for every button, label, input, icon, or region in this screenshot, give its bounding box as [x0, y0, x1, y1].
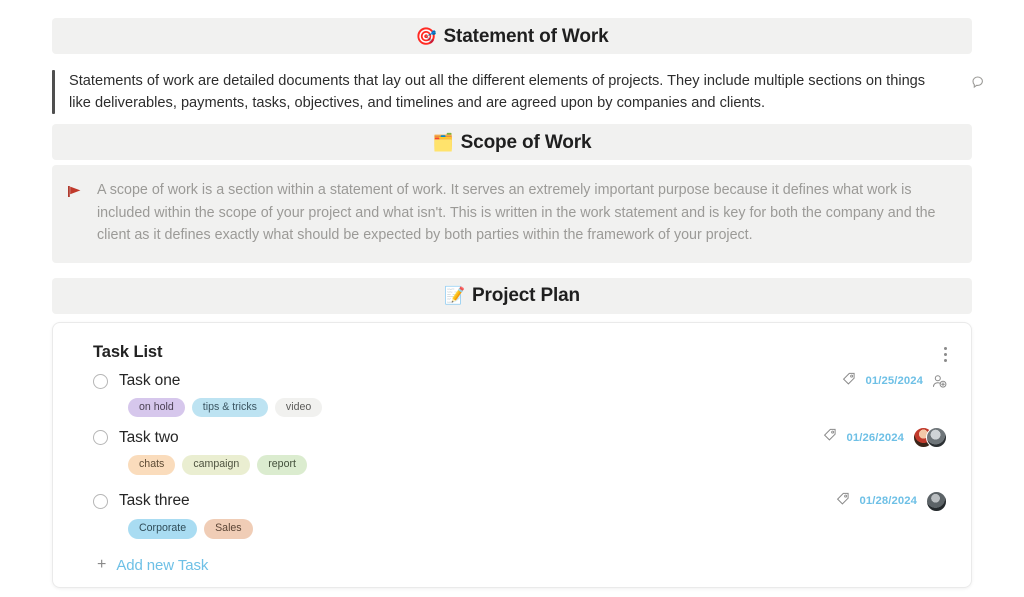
section-header-statement-of-work: 🎯 Statement of Work [52, 18, 972, 54]
section-title-project-plan: Project Plan [472, 285, 581, 306]
task-due-date[interactable]: 01/25/2024 [865, 375, 923, 387]
avatar[interactable] [926, 490, 947, 512]
task-row-right: 01/28/2024 [836, 490, 947, 512]
section-header-project-plan: 📝 Project Plan [52, 277, 972, 314]
assignee-avatars[interactable] [913, 427, 947, 449]
task-list-title: Task List [93, 342, 163, 361]
task-checkbox[interactable] [93, 373, 108, 389]
task-row-right: 01/26/2024 [823, 427, 947, 449]
add-new-task-label: Add new Task [116, 556, 209, 574]
task-row-right: 01/25/2024 [842, 372, 947, 391]
kebab-dot [944, 352, 947, 356]
add-new-task-button[interactable]: + Add new Task [97, 557, 947, 574]
task-checkbox[interactable] [93, 493, 108, 509]
section-title-scope-of-work: Scope of Work [460, 131, 592, 153]
task-name: Task one [119, 372, 181, 389]
task-tag[interactable]: tips & tricks [191, 397, 268, 418]
task-tag[interactable]: Corporate [128, 518, 198, 539]
quote-accent-bar [52, 70, 55, 114]
task-tags: Corporate Sales [128, 518, 947, 539]
tag-icon[interactable] [842, 372, 856, 391]
task-tag[interactable]: video [274, 397, 323, 418]
task-tags: on hold tips & tricks video [128, 397, 947, 418]
task-row[interactable]: Task two 01/26/2024 [93, 427, 947, 449]
section-title-wrapper: 📝 Project Plan [444, 286, 580, 305]
section-title-wrapper: 🎯 Statement of Work [416, 27, 609, 46]
avatar[interactable] [926, 427, 947, 449]
statement-of-work-quote: Statements of work are detailed document… [52, 58, 983, 124]
document-page: 🎯 Statement of Work Statements of work a… [0, 0, 1024, 597]
task-tag[interactable]: chats [128, 455, 176, 475]
kebab-dot [944, 358, 947, 362]
plus-icon: + [97, 556, 107, 574]
statement-of-work-body: Statements of work are detailed document… [69, 73, 926, 111]
section-header-scope-of-work: 🗂️ Scope of Work [52, 124, 972, 160]
card-index-dividers-icon: 🗂️ [432, 132, 454, 152]
tag-icon[interactable] [823, 428, 837, 447]
more-options-icon[interactable] [942, 345, 949, 364]
task-name: Task two [119, 428, 179, 446]
comment-icon[interactable] [970, 74, 986, 90]
task-checkbox[interactable] [93, 430, 108, 446]
tag-icon[interactable] [836, 492, 850, 511]
scope-of-work-body: A scope of work is a section within a st… [97, 182, 936, 243]
task-row[interactable]: Task three 01/28/2024 [93, 490, 947, 512]
section-title-statement-of-work: Statement of Work [443, 25, 609, 47]
kebab-dot [944, 346, 947, 350]
task-tags: chats campaign report [128, 455, 947, 475]
memo-icon: 📝 [443, 286, 465, 305]
section-title-wrapper: 🗂️ Scope of Work [433, 133, 592, 152]
task-due-date[interactable]: 01/28/2024 [859, 495, 917, 507]
task-row-left: Task two [93, 429, 179, 447]
scope-of-work-callout: A scope of work is a section within a st… [52, 165, 972, 263]
task-row-left: Task one [93, 372, 180, 390]
task-tag[interactable]: campaign [182, 455, 251, 475]
task-row[interactable]: Task one 01/25/2024 [93, 372, 947, 391]
task-name: Task three [119, 492, 190, 510]
assignee-avatars[interactable] [926, 490, 947, 512]
dart-target-icon: 🎯 [415, 26, 437, 46]
task-due-date[interactable]: 01/26/2024 [846, 432, 904, 444]
add-person-icon[interactable] [932, 374, 947, 389]
task-tag[interactable]: Sales [204, 518, 253, 539]
task-tag[interactable]: on hold [128, 397, 185, 418]
task-list-card: Task List Task one 01/25/2024 on hold ti… [52, 321, 972, 588]
red-arrow-flag-icon [68, 184, 81, 247]
task-tag[interactable]: report [257, 455, 307, 475]
task-row-left: Task three [93, 492, 190, 510]
